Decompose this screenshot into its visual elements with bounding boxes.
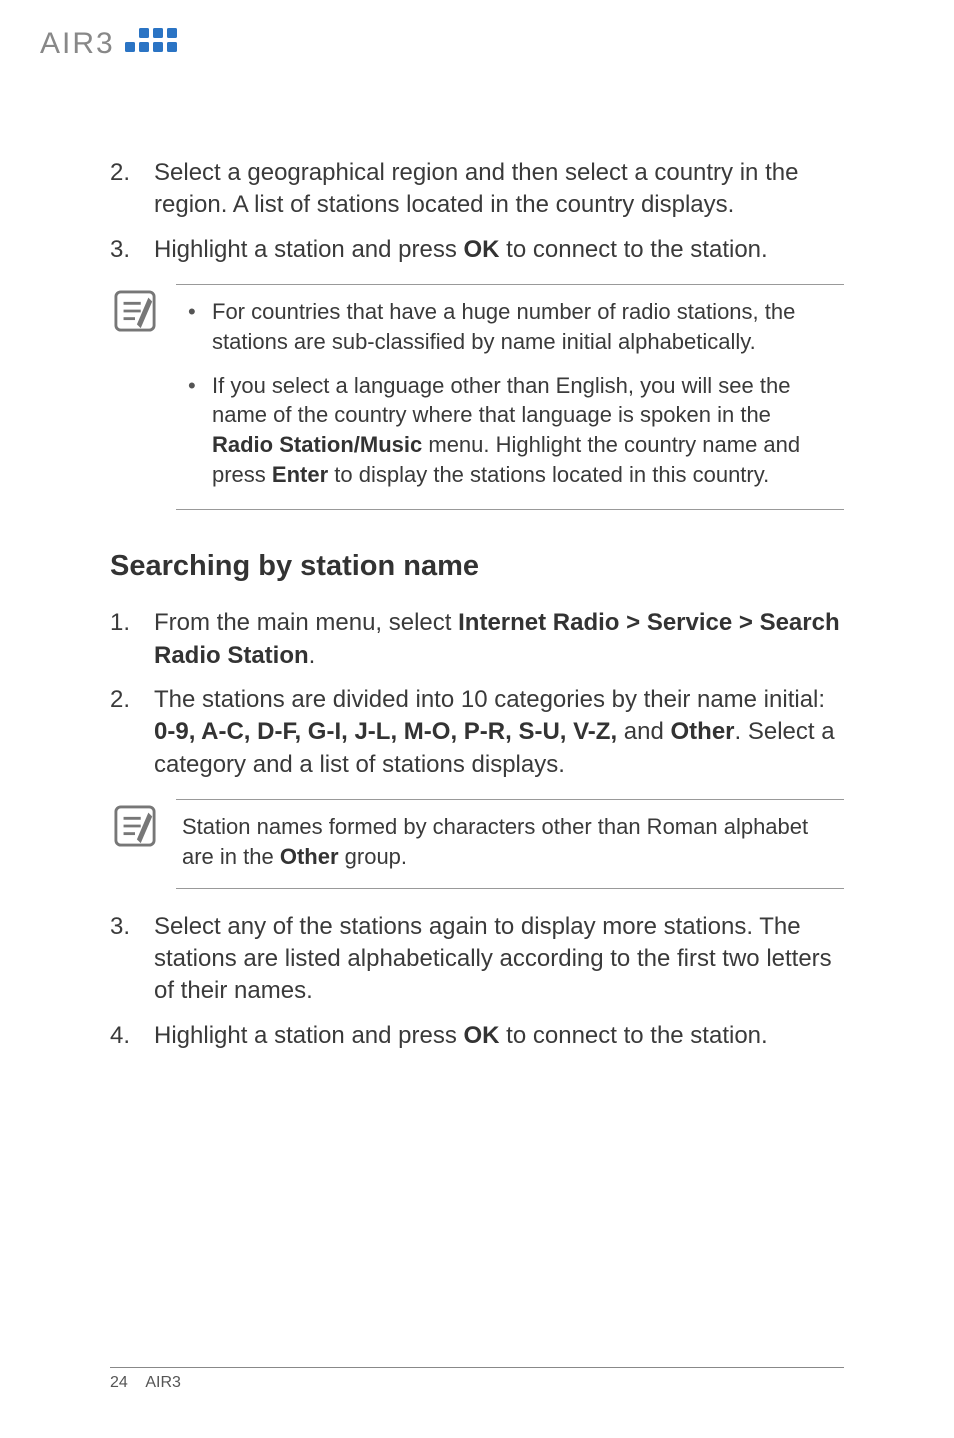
text-run: to display the stations located in this …	[328, 462, 769, 487]
step-number: 3.	[110, 911, 154, 943]
step-text: From the main menu, select Internet Radi…	[154, 607, 844, 672]
page-root: AIR3 2. Select a geographical region and…	[0, 0, 954, 1438]
note-icon	[114, 799, 160, 852]
content-area: 2. Select a geographical region and then…	[40, 157, 914, 1052]
brand-name: AIR3	[40, 27, 115, 61]
step-text: Select any of the stations again to disp…	[154, 911, 844, 1008]
note-item: • For countries that have a huge number …	[176, 293, 838, 366]
section-heading: Searching by station name	[110, 550, 844, 583]
step-text: Highlight a station and press OK to conn…	[154, 1020, 844, 1052]
text-run: From the main menu, select	[154, 609, 458, 636]
step-number: 1.	[110, 607, 154, 639]
text-run: and	[617, 718, 670, 745]
text-bold: Other	[671, 718, 735, 745]
text-run: Station names formed by characters other…	[182, 814, 808, 869]
text-bold: Enter	[272, 462, 328, 487]
list-item: 1. From the main menu, select Internet R…	[110, 607, 844, 672]
text-bold: OK	[464, 236, 500, 263]
text-run: Highlight a station and press	[154, 236, 464, 263]
brand-logo-icon	[125, 26, 177, 61]
text-run: The stations are divided into 10 categor…	[154, 686, 825, 713]
footer-rule	[110, 1367, 844, 1368]
footer-text: 24 AIR3	[110, 1374, 844, 1392]
step-number: 2.	[110, 157, 154, 189]
note-text: If you select a language other than Engl…	[212, 371, 834, 490]
list-item: 4. Highlight a station and press OK to c…	[110, 1020, 844, 1052]
list-item: 2. The stations are divided into 10 cate…	[110, 684, 844, 781]
note-body: Station names formed by characters other…	[176, 799, 844, 888]
text-run: to connect to the station.	[500, 236, 768, 263]
note-item: • If you select a language other than En…	[176, 367, 838, 500]
text-run: group.	[339, 844, 408, 869]
note-body: • For countries that have a huge number …	[176, 284, 844, 510]
step-number: 2.	[110, 684, 154, 716]
text-bold: Other	[280, 844, 339, 869]
text-run: .	[309, 642, 316, 669]
bullet-icon: •	[188, 371, 198, 401]
section-step-list: 1. From the main menu, select Internet R…	[110, 607, 844, 781]
footer-label: AIR3	[145, 1374, 181, 1391]
text-run: to connect to the station.	[500, 1022, 768, 1049]
step-text: The stations are divided into 10 categor…	[154, 684, 844, 781]
top-step-list: 2. Select a geographical region and then…	[110, 157, 844, 266]
list-item: 3. Highlight a station and press OK to c…	[110, 234, 844, 266]
note-icon	[114, 284, 160, 337]
page-footer: 24 AIR3	[110, 1367, 844, 1392]
bullet-icon: •	[188, 297, 198, 327]
text-bold: Radio Station/Music	[212, 432, 422, 457]
list-item: 3. Select any of the stations again to d…	[110, 911, 844, 1008]
step-text: Select a geographical region and then se…	[154, 157, 844, 222]
note-block: • For countries that have a huge number …	[110, 284, 844, 510]
step-text: Highlight a station and press OK to conn…	[154, 234, 844, 266]
note-text: Station names formed by characters other…	[176, 808, 838, 877]
note-block: Station names formed by characters other…	[110, 799, 844, 888]
text-run: Highlight a station and press	[154, 1022, 464, 1049]
page-number: 24	[110, 1374, 128, 1391]
list-item: 2. Select a geographical region and then…	[110, 157, 844, 222]
step-number: 4.	[110, 1020, 154, 1052]
text-bold: 0-9, A-C, D-F, G-I, J-L, M-O, P-R, S-U, …	[154, 718, 617, 745]
step-number: 3.	[110, 234, 154, 266]
text-run: If you select a language other than Engl…	[212, 373, 790, 428]
page-header: AIR3	[40, 26, 914, 61]
text-bold: OK	[464, 1022, 500, 1049]
note-text: For countries that have a huge number of…	[212, 297, 834, 356]
section-step-list-b: 3. Select any of the stations again to d…	[110, 911, 844, 1053]
